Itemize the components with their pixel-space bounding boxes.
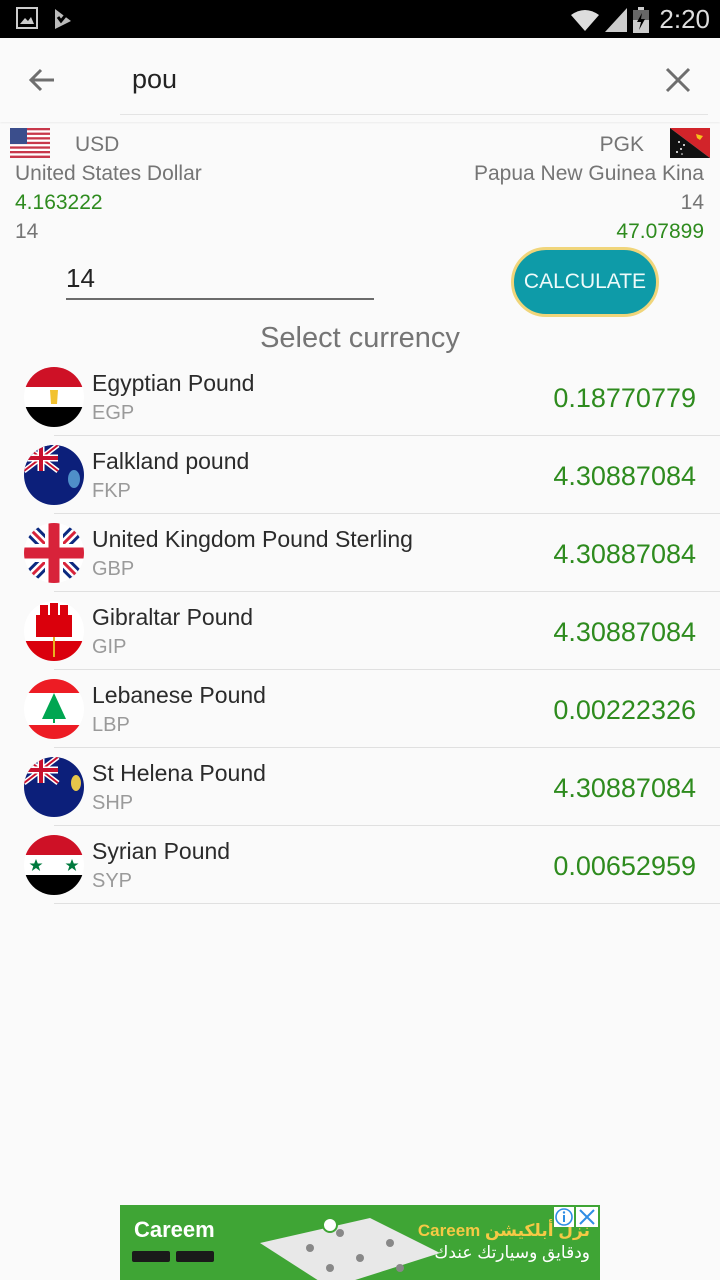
currency-code: SYP [92,870,133,892]
currency-code: GBP [92,558,135,580]
currency-row-gbp[interactable]: United Kingdom Pound Sterling GBP 4.3088… [0,514,720,592]
currency-value: 4.30887084 [553,617,696,647]
select-currency-title: Select currency [260,322,460,354]
currency-code: GIP [92,636,127,658]
status-time: 2:20 [659,4,710,34]
info-icon[interactable] [554,1207,574,1227]
arrow-left-icon[interactable] [26,64,58,96]
currency-row-egp[interactable]: Egyptian Pound EGP 0.18770779 [0,358,720,436]
st-helena-flag-icon [24,757,84,817]
amount-input[interactable] [66,258,374,300]
currency-row-syp[interactable]: Syrian Pound SYP 0.00652959 [0,826,720,904]
to-currency-code: PGK [599,133,644,156]
search-toolbar [0,38,720,122]
ad-store-badges [132,1251,214,1262]
gibraltar-flag-icon [24,601,84,661]
row-divider [54,903,720,904]
syria-flag-icon [24,835,84,895]
currency-code: EGP [92,402,135,424]
currency-row-gip[interactable]: Gibraltar Pound GIP 4.30887084 [0,592,720,670]
from-currency-amount: 14 [15,220,39,243]
close-icon[interactable] [576,1207,598,1227]
image-icon [16,7,38,29]
to-currency-amount: 14 [680,191,704,214]
currency-code: LBP [92,714,130,736]
currency-code: SHP [92,792,134,814]
signal-icon [605,7,628,32]
currency-name: St Helena Pound [92,760,266,786]
png-flag-icon[interactable] [670,128,710,158]
currency-value: 4.30887084 [553,461,696,491]
lebanon-flag-icon [24,679,84,739]
from-currency-rate: 4.163222 [15,191,103,214]
currency-row-fkp[interactable]: Falkland pound FKP 4.30887084 [0,436,720,514]
currency-name: Lebanese Pound [92,682,266,708]
ad-brand: Careem [134,1217,215,1242]
currency-value: 0.00652959 [553,851,696,881]
currency-row-shp[interactable]: St Helena Pound SHP 4.30887084 [0,748,720,826]
currency-list: Egyptian Pound EGP 0.18770779 Falkland p… [0,358,720,904]
uk-flag-icon [24,523,84,583]
currency-code: FKP [92,480,131,502]
battery-charging-icon [633,6,650,33]
search-input[interactable] [132,56,572,102]
currency-value: 0.00222326 [553,695,696,725]
task-check-icon [55,9,72,29]
search-underline [120,114,708,115]
google-play-badge-icon [176,1251,214,1262]
status-bar: 2:20 [0,0,720,38]
from-currency-code: USD [75,133,120,156]
from-currency-name: United States Dollar [15,162,202,185]
close-icon[interactable] [664,66,692,94]
to-currency-result: 47.07899 [616,220,704,243]
falkland-flag-icon [24,445,84,505]
wifi-icon [571,9,600,31]
currency-row-lbp[interactable]: Lebanese Pound LBP 0.00222326 [0,670,720,748]
currency-name: Falkland pound [92,448,250,474]
calculate-button[interactable]: CALCULATE [511,247,659,317]
us-flag-icon[interactable] [10,128,50,158]
currency-name: United Kingdom Pound Sterling [92,526,413,552]
app-store-badge-icon [132,1251,170,1262]
ad-subline: ودقايق وسيارتك عندك [434,1243,590,1262]
currency-name: Egyptian Pound [92,370,255,396]
currency-name: Syrian Pound [92,838,231,864]
currency-name: Gibraltar Pound [92,604,254,630]
currency-value: 4.30887084 [553,539,696,569]
egypt-flag-icon [24,367,84,427]
currency-value: 0.18770779 [553,383,696,413]
ad-banner[interactable]: Careem نزل أبلكيشن Careem ودقايق وسيارتك… [120,1205,600,1280]
currency-value: 4.30887084 [553,773,696,803]
to-currency-name: Papua New Guinea Kina [474,162,704,185]
